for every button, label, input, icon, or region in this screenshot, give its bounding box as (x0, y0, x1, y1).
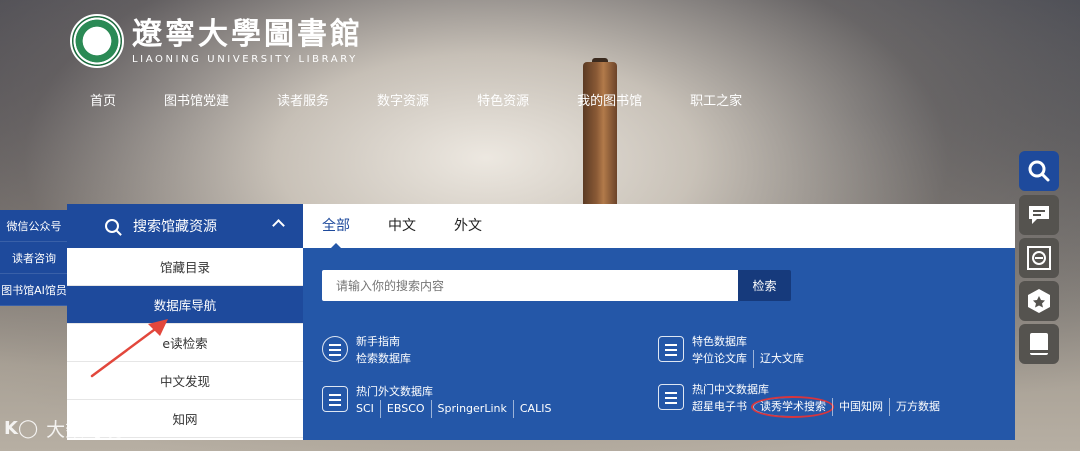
block-foreign-databases: 热门外文数据库 SCI EBSCO SpringerLink CALIS (322, 384, 557, 418)
nav-my-library[interactable]: 我的图书馆 (577, 90, 642, 109)
search-button[interactable]: 检索 (738, 270, 791, 301)
link-duxiu-search[interactable]: 读秀学术搜索 (753, 398, 832, 416)
chevron-up-icon (272, 219, 285, 232)
badge-icon (1028, 289, 1050, 313)
ebook-icon (1027, 246, 1051, 270)
chinese-db-icon (658, 384, 684, 410)
sidebar-item-catalog[interactable]: 馆藏目录 (67, 248, 303, 286)
float-chat-button[interactable] (1019, 195, 1059, 235)
search-icon (105, 219, 119, 233)
block-newbie-guide: 新手指南 检索数据库 (322, 334, 417, 368)
document-icon (658, 336, 684, 362)
block-special-databases: 特色数据库 学位论文库 辽大文库 (658, 334, 810, 368)
foreign-title[interactable]: 热门外文数据库 (356, 384, 557, 400)
chat-icon (1029, 206, 1049, 224)
search-panel: 全部 中文 外文 检索 新手指南 检索数据库 特色数据库 学位论文库 (303, 204, 1015, 440)
logo-text: 遼寧大學圖書館 LIAONING UNIVERSITY LIBRARY (132, 17, 363, 65)
link-calis[interactable]: CALIS (512, 400, 558, 418)
nav-party-building[interactable]: 图书馆党建 (164, 90, 229, 109)
link-sci[interactable]: SCI (356, 400, 380, 418)
special-title[interactable]: 特色数据库 (692, 334, 810, 350)
nav-special-resources[interactable]: 特色资源 (477, 90, 529, 109)
newbie-title[interactable]: 新手指南 (356, 334, 417, 350)
float-search-button[interactable] (1019, 151, 1059, 191)
library-logo[interactable]: 遼寧大學圖書館 LIAONING UNIVERSITY LIBRARY (70, 14, 363, 68)
float-badge-button[interactable] (1019, 281, 1059, 321)
nav-staff-home[interactable]: 职工之家 (690, 90, 742, 109)
tab-all[interactable]: 全部 (322, 204, 350, 249)
sidebar-header[interactable]: 搜索馆藏资源 (67, 204, 303, 248)
quick-consult[interactable]: 读者咨询 (0, 242, 68, 274)
book-icon (1030, 333, 1048, 355)
tab-chinese[interactable]: 中文 (388, 204, 416, 248)
nav-reader-services[interactable]: 读者服务 (277, 90, 329, 109)
search-card: 搜索馆藏资源 馆藏目录 数据库导航 e读检索 中文发现 知网 全部 中文 外文 … (67, 204, 1015, 440)
link-chaoxing-ebooks[interactable]: 超星电子书 (692, 398, 753, 416)
nav-home[interactable]: 首页 (90, 90, 116, 109)
quick-links: 微信公众号 读者咨询 图书馆AI馆员 (0, 210, 68, 306)
sidebar-header-label: 搜索馆藏资源 (133, 219, 217, 235)
guide-icon (322, 336, 348, 362)
search-tabs: 全部 中文 外文 (303, 204, 1015, 249)
red-arrow-annotation (90, 319, 168, 378)
block-chinese-databases: 热门中文数据库 超星电子书 读秀学术搜索 中国知网 万方数据 (658, 382, 946, 416)
chinese-title[interactable]: 热门中文数据库 (692, 382, 946, 398)
watermark-text: 大数跨境 (46, 419, 123, 441)
tab-foreign[interactable]: 外文 (454, 204, 482, 248)
link-wanfang[interactable]: 万方数据 (889, 398, 946, 416)
logo-title-cn: 遼寧大學圖書館 (132, 17, 363, 52)
nav-digital-resources[interactable]: 数字资源 (377, 90, 429, 109)
link-ebsco[interactable]: EBSCO (379, 400, 431, 418)
link-thesis-library[interactable]: 学位论文库 (692, 350, 753, 368)
search-row: 检索 (322, 270, 791, 301)
float-ebook-button[interactable] (1019, 238, 1059, 278)
watermark-logo: K◯ (4, 418, 39, 439)
quick-wechat[interactable]: 微信公众号 (0, 210, 68, 242)
search-icon (1028, 160, 1050, 182)
main-nav: 首页 图书馆党建 读者服务 数字资源 特色资源 我的图书馆 职工之家 (90, 90, 790, 109)
link-liaoda-library[interactable]: 辽大文库 (753, 350, 810, 368)
search-input[interactable] (322, 270, 738, 301)
watermark: K◯ 大数跨境 (4, 415, 122, 442)
logo-title-en: LIAONING UNIVERSITY LIBRARY (132, 54, 358, 65)
brush-handle (583, 62, 617, 212)
link-springerlink[interactable]: SpringerLink (430, 400, 513, 418)
link-cnki[interactable]: 中国知网 (832, 398, 889, 416)
quick-ai-librarian[interactable]: 图书馆AI馆员 (0, 274, 68, 306)
float-book-button[interactable] (1019, 324, 1059, 364)
link-search-database[interactable]: 检索数据库 (356, 350, 417, 368)
university-seal-icon (70, 14, 124, 68)
foreign-db-icon (322, 386, 348, 412)
